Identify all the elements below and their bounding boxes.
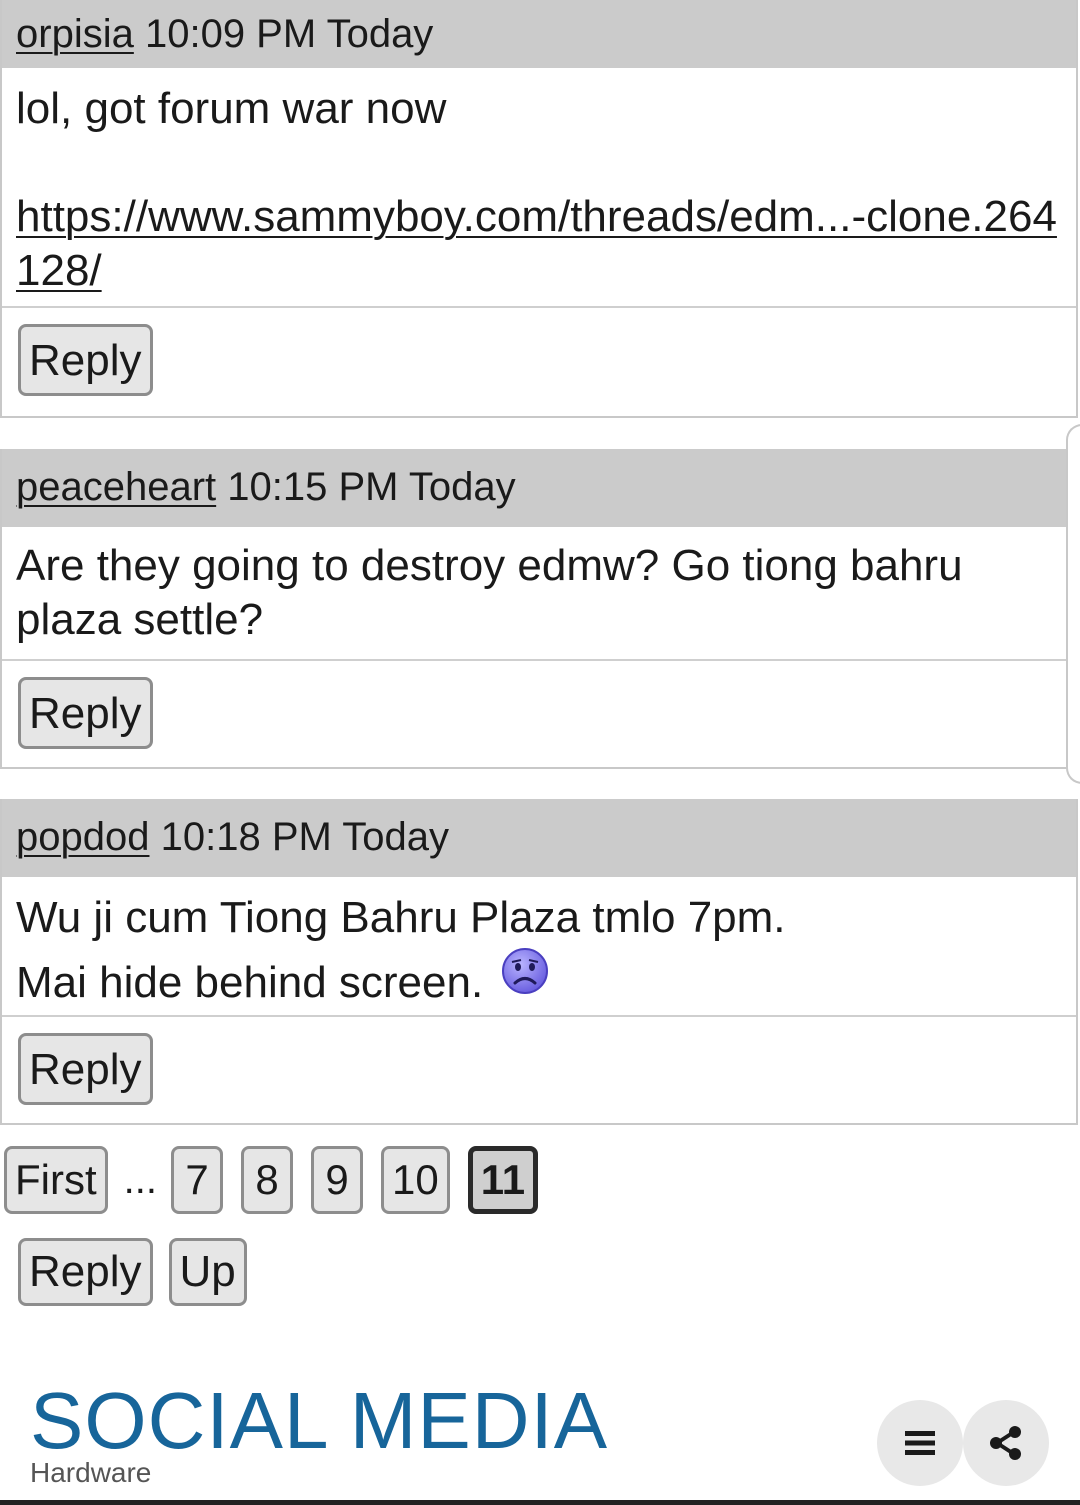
post-username[interactable]: orpisia bbox=[16, 12, 134, 56]
menu-icon bbox=[905, 1431, 935, 1455]
reply-button[interactable]: Reply bbox=[18, 324, 153, 396]
sad-face-icon bbox=[502, 948, 549, 994]
post-time: 10:15 PM Today bbox=[227, 465, 516, 509]
page-button[interactable]: 9 bbox=[311, 1146, 363, 1214]
page-current[interactable]: 11 bbox=[467, 1146, 539, 1214]
post-footer: Reply bbox=[2, 1017, 1076, 1121]
bottom-actions: Reply Up bbox=[18, 1238, 247, 1306]
post-link[interactable]: https://www.sammyboy.com/threads/edm...-… bbox=[16, 192, 1057, 295]
post-body: lol, got forum war now https://www.sammy… bbox=[2, 68, 1076, 308]
post: peaceheart 10:15 PM Today Are they going… bbox=[0, 449, 1078, 769]
post-time: 10:18 PM Today bbox=[160, 815, 449, 859]
post-footer: Reply bbox=[2, 661, 1076, 765]
post: popdod 10:18 PM Today Wu ji cum Tiong Ba… bbox=[0, 799, 1078, 1125]
post-body: Are they going to destroy edmw? Go tiong… bbox=[2, 527, 1076, 661]
post-text: Are they going to destroy edmw? Go tiong… bbox=[16, 541, 963, 644]
reply-button[interactable]: Reply bbox=[18, 1238, 153, 1306]
site-brand[interactable]: SOCIAL MEDIA Hardware bbox=[30, 1378, 608, 1488]
post-username[interactable]: popdod bbox=[16, 815, 149, 859]
page-button[interactable]: 8 bbox=[241, 1146, 293, 1214]
post-header: popdod 10:18 PM Today bbox=[2, 799, 1076, 877]
post-text: Wu ji cum Tiong Bahru Plaza tmlo 7pm. bbox=[16, 893, 786, 942]
post-body: Wu ji cum Tiong Bahru Plaza tmlo 7pm. Ma… bbox=[2, 877, 1076, 1017]
pagination-ellipsis: ... bbox=[123, 1158, 157, 1202]
reply-button[interactable]: Reply bbox=[18, 1033, 153, 1105]
bottom-border bbox=[0, 1500, 1080, 1505]
post: orpisia 10:09 PM Today lol, got forum wa… bbox=[0, 0, 1078, 418]
page-button[interactable]: 7 bbox=[171, 1146, 223, 1214]
reply-button[interactable]: Reply bbox=[18, 677, 153, 749]
post-header: peaceheart 10:15 PM Today bbox=[2, 449, 1076, 527]
edge-panel-handle[interactable] bbox=[1066, 424, 1080, 784]
page-button[interactable]: 10 bbox=[381, 1146, 450, 1214]
post-time: 10:09 PM Today bbox=[144, 12, 434, 56]
post-footer: Reply bbox=[2, 308, 1076, 412]
share-icon bbox=[990, 1426, 1021, 1460]
share-button[interactable] bbox=[963, 1400, 1049, 1486]
page-first-button[interactable]: First bbox=[4, 1146, 108, 1214]
pagination: First ... 7 8 9 10 11 bbox=[4, 1146, 556, 1214]
post-header: orpisia 10:09 PM Today bbox=[2, 0, 1076, 68]
post-username[interactable]: peaceheart bbox=[16, 465, 216, 509]
post-text: Mai hide behind screen. bbox=[16, 958, 484, 1007]
up-button[interactable]: Up bbox=[168, 1238, 247, 1306]
post-text: lol, got forum war now bbox=[16, 84, 447, 133]
brand-title: SOCIAL MEDIA bbox=[30, 1376, 609, 1465]
menu-button[interactable] bbox=[877, 1400, 963, 1486]
